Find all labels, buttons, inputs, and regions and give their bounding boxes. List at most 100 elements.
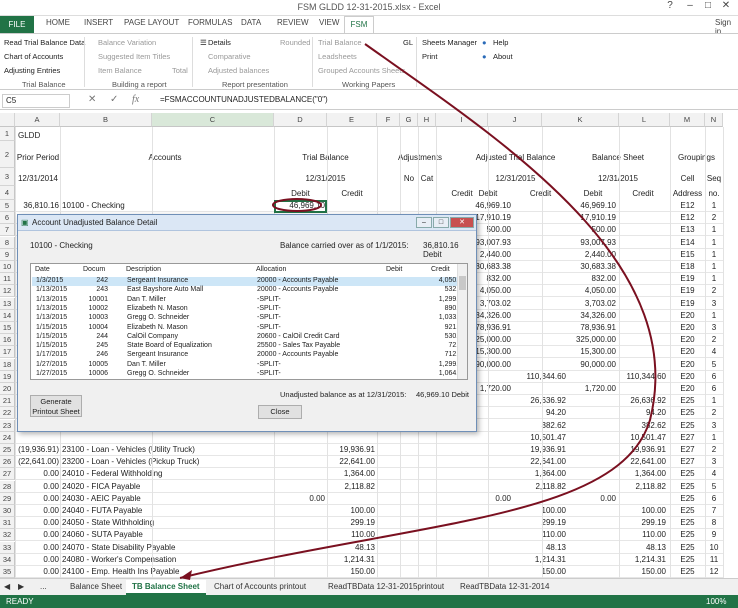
cell-address[interactable]: E12 [670,213,705,222]
seq-no[interactable]: 1 [705,396,723,405]
sheet-tab-chart-of-accounts[interactable]: Chart of Accounts printout [210,580,310,595]
seq-no[interactable]: 1 [705,311,723,320]
seq-no[interactable]: 1 [705,250,723,259]
cell-address[interactable]: E19 [670,274,705,283]
tab-home[interactable]: HOME [46,18,70,27]
header-prior-period[interactable]: Prior Period [15,153,61,162]
row-header[interactable]: 35 [0,566,15,578]
scroll-thumb[interactable] [459,276,466,290]
list-item[interactable]: 1/3/2015 242 Sergeant Insurance 20000 - Acc… [32,277,466,286]
bs-debit-cell[interactable]: 0.00 [568,494,616,503]
row-header[interactable]: 27 [0,468,15,481]
col-allocation-header[interactable]: Allocation [256,266,286,273]
atb-credit-cell[interactable]: 382.62 [513,421,566,430]
bs-debit-cell[interactable]: 325,000.00 [568,335,616,344]
row-header[interactable]: 24 [0,431,15,444]
col-debit-header[interactable]: Debit [386,266,402,273]
zoom-level[interactable]: 100% [706,597,726,606]
prior-period-cell[interactable]: 0.00 [15,469,59,478]
account-cell[interactable]: 24030 - AEIC Payable [62,494,272,503]
cell-address[interactable]: E25 [670,518,705,527]
trial-balance-wp-button[interactable]: Trial Balance [318,38,362,47]
bs-credit-cell[interactable]: 1,214.31 [618,555,666,564]
list-item[interactable]: 1/27/2015 10006 Gregg O. Schneider -SPLIT- 1… [32,370,466,379]
row-header[interactable]: 3 [0,168,15,186]
seq-no[interactable]: 5 [705,360,723,369]
atb-credit-cell[interactable]: 94.20 [513,408,566,417]
tb-credit-cell[interactable]: 2,118.82 [327,482,375,491]
list-item[interactable]: 1/13/2015 243 East Bayshore Auto Mall 20000… [32,286,466,295]
seq-no[interactable]: 1 [705,225,723,234]
atb-credit-cell[interactable]: 19,936.91 [513,445,566,454]
bs-debit-cell[interactable]: 2,440.00 [568,250,616,259]
prior-period-cell[interactable]: 0.00 [15,494,59,503]
header-balance-sheet[interactable]: Balance Sheet [568,153,668,162]
cell-address[interactable]: E25 [670,494,705,503]
bs-credit-cell[interactable]: 110,344.60 [618,372,666,381]
tb-credit-cell[interactable]: 150.00 [327,567,375,576]
row-header[interactable]: 21 [0,395,15,408]
seq-no[interactable]: 5 [705,482,723,491]
balance-variation-button[interactable]: Balance Variation [98,38,156,47]
cell-address[interactable]: E20 [670,323,705,332]
column-header[interactable]: E [327,113,377,127]
account-cell[interactable]: 24060 - SUTA Payable [62,530,272,539]
bs-debit-cell[interactable]: 15,300.00 [568,347,616,356]
details-button[interactable]: Details [208,38,231,47]
row-header[interactable]: 12 [0,285,15,298]
cell-address[interactable]: E27 [670,457,705,466]
atb-debit-cell[interactable]: 46,969.10 [463,201,511,210]
sheet-tab-readtbdata-2015[interactable]: ReadTBData 12-31-2015printout [324,580,448,595]
cell-address[interactable]: E20 [670,311,705,320]
cell-address[interactable]: E20 [670,384,705,393]
dialog-minimize-icon[interactable]: – [416,217,432,228]
leadsheets-button[interactable]: Leadsheets [318,52,357,61]
row-header[interactable]: 19 [0,370,15,383]
cell-address[interactable]: E25 [670,506,705,515]
bs-debit-cell[interactable]: 46,969.10 [568,201,616,210]
list-item[interactable]: 1/15/2015 245 State Board of Equalization 2… [32,342,466,351]
bs-debit-cell[interactable]: 17,910.19 [568,213,616,222]
account-cell[interactable]: 24050 - State Withholding [62,518,272,527]
row-header[interactable]: 7 [0,224,15,237]
total-button[interactable]: Total [172,66,188,75]
bs-credit-cell[interactable]: 382.62 [618,421,666,430]
header-adjusted-trial-balance[interactable]: Adjusted Trial Balance [463,153,568,162]
column-header[interactable]: M [670,113,705,127]
row-header[interactable]: 20 [0,383,15,395]
cell-address[interactable]: E25 [670,421,705,430]
tab-file[interactable]: FILE [0,16,34,33]
list-scrollbar[interactable] [457,264,467,379]
prior-period-cell[interactable]: 0.00 [15,567,59,576]
seq-no[interactable]: 11 [705,555,723,564]
row-header[interactable]: 23 [0,419,15,432]
sheet-tab-balance-sheet[interactable]: Balance Sheet [66,580,126,595]
row-header[interactable]: 14 [0,309,15,322]
list-item[interactable]: 1/15/2015 10004 Elizabeth N. Mason -SPLIT- 9… [32,324,466,333]
row-header[interactable]: 11 [0,273,15,286]
tb-credit-cell[interactable]: 1,364.00 [327,469,375,478]
account-cell[interactable]: 24020 - FICA Payable [62,482,272,491]
prior-period-cell[interactable]: 0.00 [15,506,59,515]
cell-address[interactable]: E12 [670,201,705,210]
chart-of-accounts-button[interactable]: Chart of Accounts [4,52,63,61]
bs-credit-cell[interactable]: 2,118.82 [618,482,666,491]
grouped-accounts-sheets-button[interactable]: Grouped Accounts Sheets [318,66,405,75]
col-document-header[interactable]: Docum [83,266,105,273]
list-item[interactable]: 1/15/2015 244 CalOil Company 20600 - CalOil… [32,333,466,342]
tab-fsm[interactable]: FSM [344,16,374,33]
bs-debit-cell[interactable]: 78,936.91 [568,323,616,332]
bs-debit-cell[interactable]: 4,050.00 [568,286,616,295]
cell-address[interactable]: E18 [670,262,705,271]
column-header[interactable]: N [705,113,723,127]
bs-credit-cell[interactable]: 1,364.00 [618,469,666,478]
comparative-button[interactable]: Comparative [208,52,251,61]
bs-debit-cell[interactable]: 500.00 [568,225,616,234]
list-item[interactable]: 1/13/2015 10001 Dan T. Miller -SPLIT- 1,299.… [32,296,466,305]
seq-no[interactable]: 2 [705,445,723,454]
bs-credit-cell[interactable]: 48.13 [618,543,666,552]
header-adjustments[interactable]: Adjustments [377,153,463,162]
header-atb-date[interactable]: 12/31/2015 [463,174,568,183]
enter-icon[interactable]: ✓ [110,94,118,105]
atb-credit-cell[interactable]: 150.00 [513,567,566,576]
